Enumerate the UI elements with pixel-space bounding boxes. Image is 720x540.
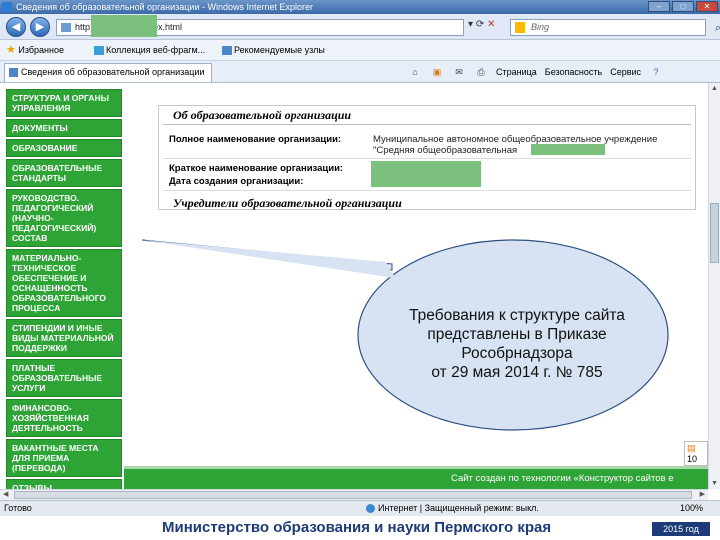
favorite-item-label: Рекомендуемые узлы <box>234 45 325 55</box>
page-menu[interactable]: Страница <box>496 61 537 83</box>
scroll-right-arrow-icon[interactable]: ▶ <box>700 490 705 498</box>
globe-icon <box>366 504 375 513</box>
redaction-block <box>371 161 481 187</box>
presentation-banner: Министерство образования и науки Пермско… <box>0 516 720 540</box>
sidebar-item-vacancies[interactable]: Вакантные места для приема (перевода) <box>6 439 122 477</box>
close-button[interactable]: ✕ <box>696 1 718 12</box>
sidebar-item-standards[interactable]: Образовательные стандарты <box>6 159 122 187</box>
home-icon[interactable]: ⌂ <box>408 61 422 83</box>
scroll-up-arrow-icon[interactable]: ▲ <box>709 85 720 92</box>
ie-logo-icon <box>2 2 12 12</box>
bing-logo-icon <box>515 22 525 33</box>
short-name-label: Краткое наименование организации: <box>169 163 344 174</box>
divider <box>163 124 691 125</box>
safety-menu[interactable]: Безопасность <box>545 61 602 83</box>
org-info-panel: Об образовательной организации Полное на… <box>158 105 696 210</box>
favorites-button[interactable]: ★ Избранное <box>6 40 64 61</box>
refresh-icon[interactable]: ⟳ <box>476 19 484 30</box>
address-bar: ◀ ▶ http:// site.ru/cs_index.html ▾ ⟳ ✕ … <box>0 14 720 40</box>
sidebar-item-documents[interactable]: Документы <box>6 119 122 137</box>
site-footer: Сайт создан по технологии «Конструктор с… <box>124 469 708 489</box>
security-zone[interactable]: Интернет | Защищенный режим: выкл. <box>366 501 539 516</box>
tab-title: Сведения об образовательной организации <box>21 67 205 77</box>
favorites-bar: ★ Избранное Коллекция веб-фрагм... Реком… <box>0 40 720 61</box>
full-name-label: Полное наименование организации: <box>169 134 342 145</box>
tools-menu[interactable]: Сервис <box>610 61 641 83</box>
horizontal-scrollbar[interactable]: ◀ ▶ <box>0 489 708 500</box>
status-bar: Готово Интернет | Защищенный режим: выкл… <box>0 500 720 516</box>
sidebar-item-scholarships[interactable]: Стипендии и иные виды материальной подде… <box>6 319 122 357</box>
creation-date-label: Дата создания организации: <box>169 176 304 187</box>
counter-badge[interactable]: ▤ 10 <box>684 441 708 466</box>
sidebar-menu: Структура и органы управления Документы … <box>6 89 124 489</box>
sidebar-item-reviews[interactable]: Отзывы <box>6 479 122 489</box>
favorites-label: Избранное <box>18 45 65 55</box>
callout-line: представлены в Приказе <box>427 326 607 343</box>
scroll-thumb[interactable] <box>14 491 692 499</box>
zone-text: Интернет | Защищенный режим: выкл. <box>378 503 539 513</box>
window-controls: – □ ✕ <box>648 1 718 12</box>
search-placeholder: Bing <box>531 22 550 32</box>
founders-title: Учредители образовательной организации <box>173 196 402 210</box>
full-name-value-1: Муниципальное автономное общеобразовател… <box>373 134 658 145</box>
counter-icon: ▤ <box>687 443 696 453</box>
help-icon[interactable]: ? <box>649 61 663 83</box>
tab-current[interactable]: Сведения об образовательной организации <box>4 63 212 82</box>
suggested-sites-icon <box>222 46 232 56</box>
feeds-icon[interactable]: ▣ <box>430 61 444 83</box>
redaction-block <box>531 144 605 155</box>
dropdown-icon[interactable]: ▾ <box>468 19 473 30</box>
page-icon <box>9 68 18 77</box>
section-title: Об образовательной организации <box>173 108 352 122</box>
window-title: Сведения об образовательной организации … <box>16 2 314 12</box>
sidebar-item-education[interactable]: Образование <box>6 139 122 157</box>
scroll-down-arrow-icon[interactable]: ▼ <box>709 480 720 487</box>
search-icon[interactable]: ⌕ <box>715 21 720 36</box>
counter-value: 10 <box>687 454 698 464</box>
callout-line: от 29 мая 2014 г. № 785 <box>431 364 603 381</box>
year-badge: 2015 год <box>652 522 710 536</box>
status-text: Готово <box>4 503 32 513</box>
minimize-button[interactable]: – <box>648 1 670 12</box>
sidebar-item-structure[interactable]: Структура и органы управления <box>6 89 122 117</box>
divider <box>163 190 691 191</box>
callout-line: Требования к структуре сайта <box>409 307 625 324</box>
forward-button[interactable]: ▶ <box>30 17 50 37</box>
scroll-thumb[interactable] <box>710 203 719 263</box>
command-buttons: ⌂ ▣ ✉ ⎙ Страница Безопасность Сервис ? <box>408 61 663 83</box>
window-titlebar: Сведения об образовательной организации … <box>0 0 720 14</box>
redaction-block <box>91 15 157 37</box>
page-content: Структура и органы управления Документы … <box>0 83 708 489</box>
sidebar-item-finance[interactable]: Финансово-хозяйственная деятельность <box>6 399 122 437</box>
url-input[interactable]: http:// site.ru/cs_index.html <box>56 15 464 37</box>
ministry-title: Министерство образования и науки Пермско… <box>162 519 552 536</box>
vertical-scrollbar[interactable]: ▲ ▼ <box>708 83 720 489</box>
divider <box>163 158 691 159</box>
search-input[interactable]: Bing ⌕ <box>510 19 720 36</box>
back-button[interactable]: ◀ <box>6 17 26 37</box>
callout-line: Рособрнадзора <box>461 345 573 362</box>
stop-icon[interactable]: ✕ <box>487 19 495 30</box>
favorite-item-suggested[interactable]: Рекомендуемые узлы <box>222 40 325 61</box>
sidebar-item-paid-services[interactable]: Платные образовательные услуги <box>6 359 122 397</box>
maximize-button[interactable]: □ <box>672 1 694 12</box>
full-name-value-2: "Средняя общеобразовательная <box>373 145 518 156</box>
scroll-left-arrow-icon[interactable]: ◀ <box>3 490 8 498</box>
sidebar-item-staff[interactable]: Руководство. Педагогический (научно-педа… <box>6 189 122 247</box>
favorite-item-label: Коллекция веб-фрагм... <box>106 45 206 55</box>
zoom-level[interactable]: 100% <box>680 501 703 516</box>
star-icon: ★ <box>6 44 16 56</box>
print-icon[interactable]: ⎙ <box>474 61 488 83</box>
command-bar: Сведения об образовательной организации … <box>0 61 720 83</box>
callout-text: Требования к структуре сайта представлен… <box>372 306 662 382</box>
mail-icon[interactable]: ✉ <box>452 61 466 83</box>
page-icon <box>61 23 71 32</box>
favorite-item-collection[interactable]: Коллекция веб-фрагм... <box>94 40 205 61</box>
web-slice-icon <box>94 46 104 56</box>
url-actions: ▾ ⟳ ✕ <box>468 19 495 30</box>
sidebar-item-facilities[interactable]: Материально-техническое обеспечение и ос… <box>6 249 122 317</box>
